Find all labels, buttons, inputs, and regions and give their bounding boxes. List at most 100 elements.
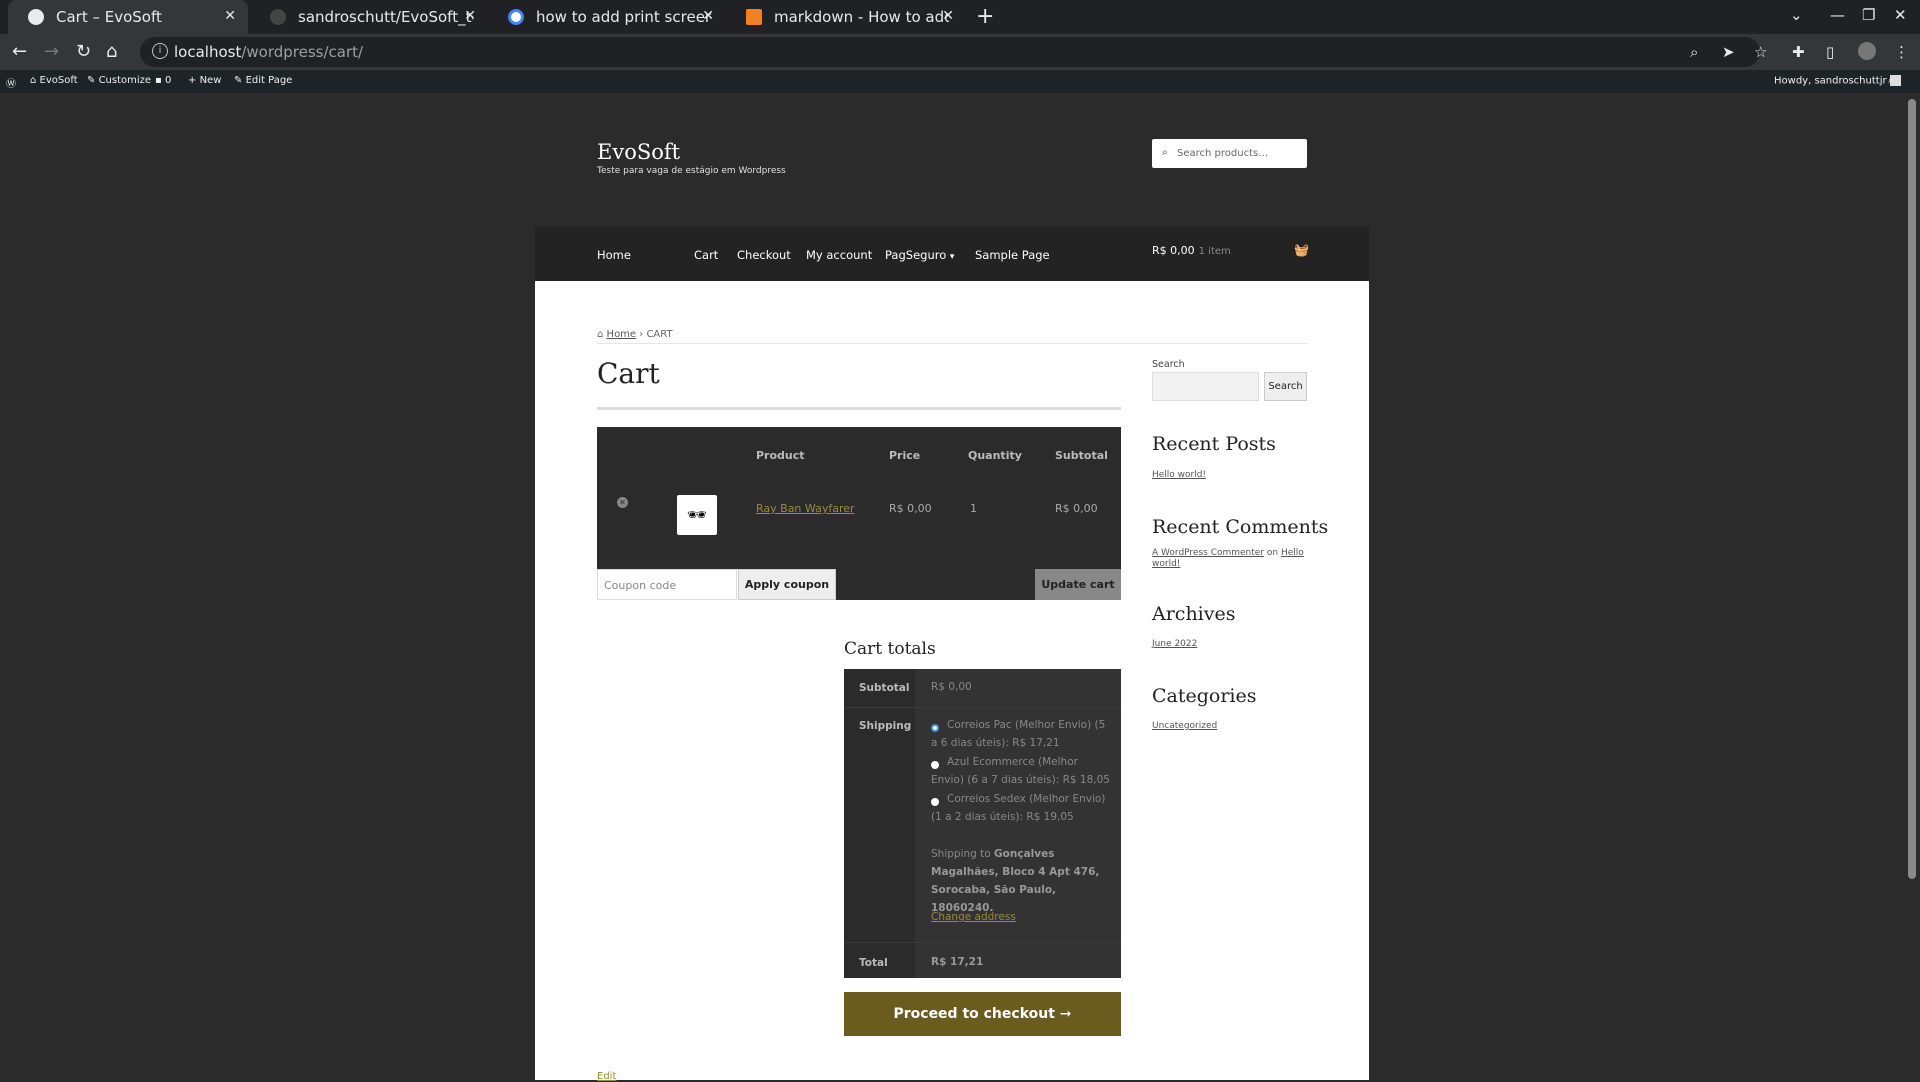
browser-tab-strip: Cart – EvoSoft ✕ sandroschutt/EvoSoft_te… [0, 0, 1920, 34]
cart-item-quantity[interactable]: 1 [970, 502, 977, 515]
admin-new-link[interactable]: + New [188, 75, 221, 86]
site-tagline: Teste para vaga de estágio em Wordpress [597, 166, 786, 176]
total-label: Total [859, 957, 888, 969]
main-content: ⌂ Home › CART Cart Product Price Quantit… [535, 281, 1369, 1082]
col-header-quantity: Quantity [968, 449, 1022, 462]
scrollbar-thumb[interactable] [1908, 99, 1916, 879]
send-icon[interactable]: ➤ [1722, 43, 1735, 61]
admin-customize-link[interactable]: ✎ Customize [87, 75, 151, 86]
admin-edit-page-label: Edit Page [245, 75, 293, 86]
admin-comments-link[interactable]: ▪ 0 [155, 75, 171, 86]
comment-author-link[interactable]: A WordPress Commenter [1152, 548, 1264, 558]
home-icon: ⌂ [597, 329, 604, 340]
header-cart-summary[interactable]: R$ 0,00 1 item [1152, 244, 1231, 257]
close-tab-icon[interactable]: ✕ [224, 8, 236, 24]
nav-item-checkout[interactable]: Checkout [737, 248, 791, 262]
close-tab-icon[interactable]: ✕ [942, 8, 954, 24]
side-panel-icon[interactable]: ▯ [1826, 43, 1834, 61]
update-cart-button[interactable]: Update cart [1035, 569, 1121, 600]
archives-title: Archives [1152, 603, 1236, 625]
admin-site-name: EvoSoft [39, 75, 78, 86]
address-bar[interactable]: i localhost/wordpress/cart/ [140, 37, 1760, 67]
shipping-option-azul[interactable]: Azul Ecommerce (Melhor Envio) (6 a 7 dia… [931, 753, 1111, 789]
forward-icon[interactable]: → [44, 41, 59, 62]
cart-item-product-link[interactable]: Ray Ban Wayfarer [756, 502, 855, 515]
site-title[interactable]: EvoSoft [597, 140, 680, 164]
browser-tab-stackoverflow[interactable]: markdown - How to add scree ✕ [726, 0, 966, 34]
header-cart-count: 1 item [1198, 246, 1231, 257]
tab-title: sandroschutt/EvoSoft_teste_v [298, 8, 473, 26]
categories-title: Categories [1152, 685, 1257, 707]
apply-coupon-button[interactable]: Apply coupon [738, 569, 836, 600]
col-header-subtotal: Subtotal [1055, 449, 1108, 462]
subtotal-label: Subtotal [859, 682, 910, 694]
cart-item-subtotal: R$ 0,00 [1055, 502, 1098, 515]
new-tab-icon[interactable]: + [976, 4, 994, 29]
nav-item-cart[interactable]: Cart [694, 248, 718, 262]
cart-table: Product Price Quantity Subtotal ✕ 🕶 Ray … [597, 427, 1121, 569]
coupon-placeholder: Coupon code [604, 579, 677, 592]
wordpress-logo-icon[interactable]: Ⓦ [6, 75, 16, 90]
close-tab-icon[interactable]: ✕ [702, 8, 714, 24]
cart-item-price: R$ 0,00 [889, 502, 932, 515]
proceed-to-checkout-button[interactable]: Proceed to checkout ➞ [844, 992, 1121, 1036]
cart-item-product[interactable]: Ray Ban Wayfarer [756, 502, 855, 515]
site-info-icon[interactable]: i [152, 43, 168, 59]
profile-avatar-icon[interactable] [1858, 42, 1876, 60]
category-link[interactable]: Uncategorized [1152, 721, 1217, 731]
tab-search-icon[interactable]: ⌄ [1790, 6, 1803, 24]
coupon-code-input[interactable]: Coupon code [597, 569, 737, 600]
bookmark-star-icon[interactable]: ☆ [1754, 43, 1767, 61]
admin-comments-count: 0 [164, 75, 172, 86]
product-thumbnail[interactable]: 🕶 [677, 495, 717, 535]
admin-search-icon[interactable]: ⌕ [1888, 75, 1894, 86]
home-icon[interactable]: ⌂ [106, 41, 117, 62]
menu-icon[interactable]: ⋮ [1894, 43, 1909, 61]
archive-link[interactable]: June 2022 [1152, 639, 1197, 649]
recent-post-link[interactable]: Hello world! [1152, 470, 1206, 480]
restore-icon[interactable]: ❐ [1862, 6, 1875, 24]
breadcrumb-current: CART [646, 329, 673, 340]
breadcrumb-home-link[interactable]: Home [607, 329, 637, 340]
nav-item-pagseguro[interactable]: PagSeguro ▾ [885, 248, 954, 262]
sidebar-search-input[interactable] [1152, 372, 1259, 401]
remove-item-icon[interactable]: ✕ [617, 497, 628, 508]
cart-totals-heading: Cart totals [844, 639, 936, 659]
sidebar-search-label: Search [1152, 359, 1185, 370]
admin-howdy[interactable]: Howdy, sandroschuttjr [1774, 75, 1901, 87]
change-address-link[interactable]: Change address [931, 911, 1016, 923]
url-path: /wordpress/cart/ [241, 43, 364, 61]
product-search-input[interactable]: ⌕ Search products… [1152, 139, 1307, 168]
close-tab-icon[interactable]: ✕ [464, 8, 476, 24]
recent-comments-title: Recent Comments [1152, 516, 1329, 538]
tab-title: Cart – EvoSoft [56, 8, 162, 26]
browser-tab-github[interactable]: sandroschutt/EvoSoft_teste_v ✕ [250, 0, 488, 34]
shipping-to-prefix: Shipping to [931, 848, 991, 860]
wordpress-icon [28, 9, 44, 25]
nav-item-home[interactable]: Home [597, 248, 631, 262]
page-scrollbar[interactable] [1904, 93, 1920, 1080]
zoom-icon[interactable]: ⌕ [1690, 43, 1698, 61]
reload-icon[interactable]: ↻ [76, 41, 91, 62]
breadcrumb: ⌂ Home › CART [597, 329, 673, 340]
shipping-option-sedex[interactable]: Correios Sedex (Melhor Envio) (1 a 2 dia… [931, 790, 1111, 826]
totals-row-divider [844, 707, 1121, 708]
shopping-basket-icon[interactable]: 🧺 [1294, 243, 1309, 257]
admin-new-label: New [199, 75, 222, 86]
edit-link[interactable]: Edit [597, 1071, 616, 1082]
nav-item-sample-page[interactable]: Sample Page [975, 248, 1050, 262]
shipping-option-pac[interactable]: Correios Pac (Melhor Envio) (5 a 6 dias … [931, 716, 1111, 752]
admin-site-link[interactable]: ⌂ EvoSoft [30, 75, 78, 86]
minimize-icon[interactable]: — [1830, 6, 1845, 24]
back-icon[interactable]: ← [12, 41, 27, 62]
browser-tab-google[interactable]: how to add print screenshot t ✕ [488, 0, 726, 34]
admin-edit-page-link[interactable]: ✎ Edit Page [234, 75, 292, 86]
page-title: Cart [597, 357, 660, 390]
close-window-icon[interactable]: ✕ [1894, 6, 1907, 24]
sidebar-search-button[interactable]: Search [1264, 372, 1307, 401]
browser-toolbar: ← → ↻ ⌂ i localhost/wordpress/cart/ ⌕ ➤ … [0, 34, 1920, 70]
browser-tab-cart[interactable]: Cart – EvoSoft ✕ [8, 0, 248, 34]
subtotal-value: R$ 0,00 [931, 681, 972, 693]
nav-item-my-account[interactable]: My account [806, 248, 872, 262]
extensions-icon[interactable]: ✚ [1792, 43, 1805, 61]
